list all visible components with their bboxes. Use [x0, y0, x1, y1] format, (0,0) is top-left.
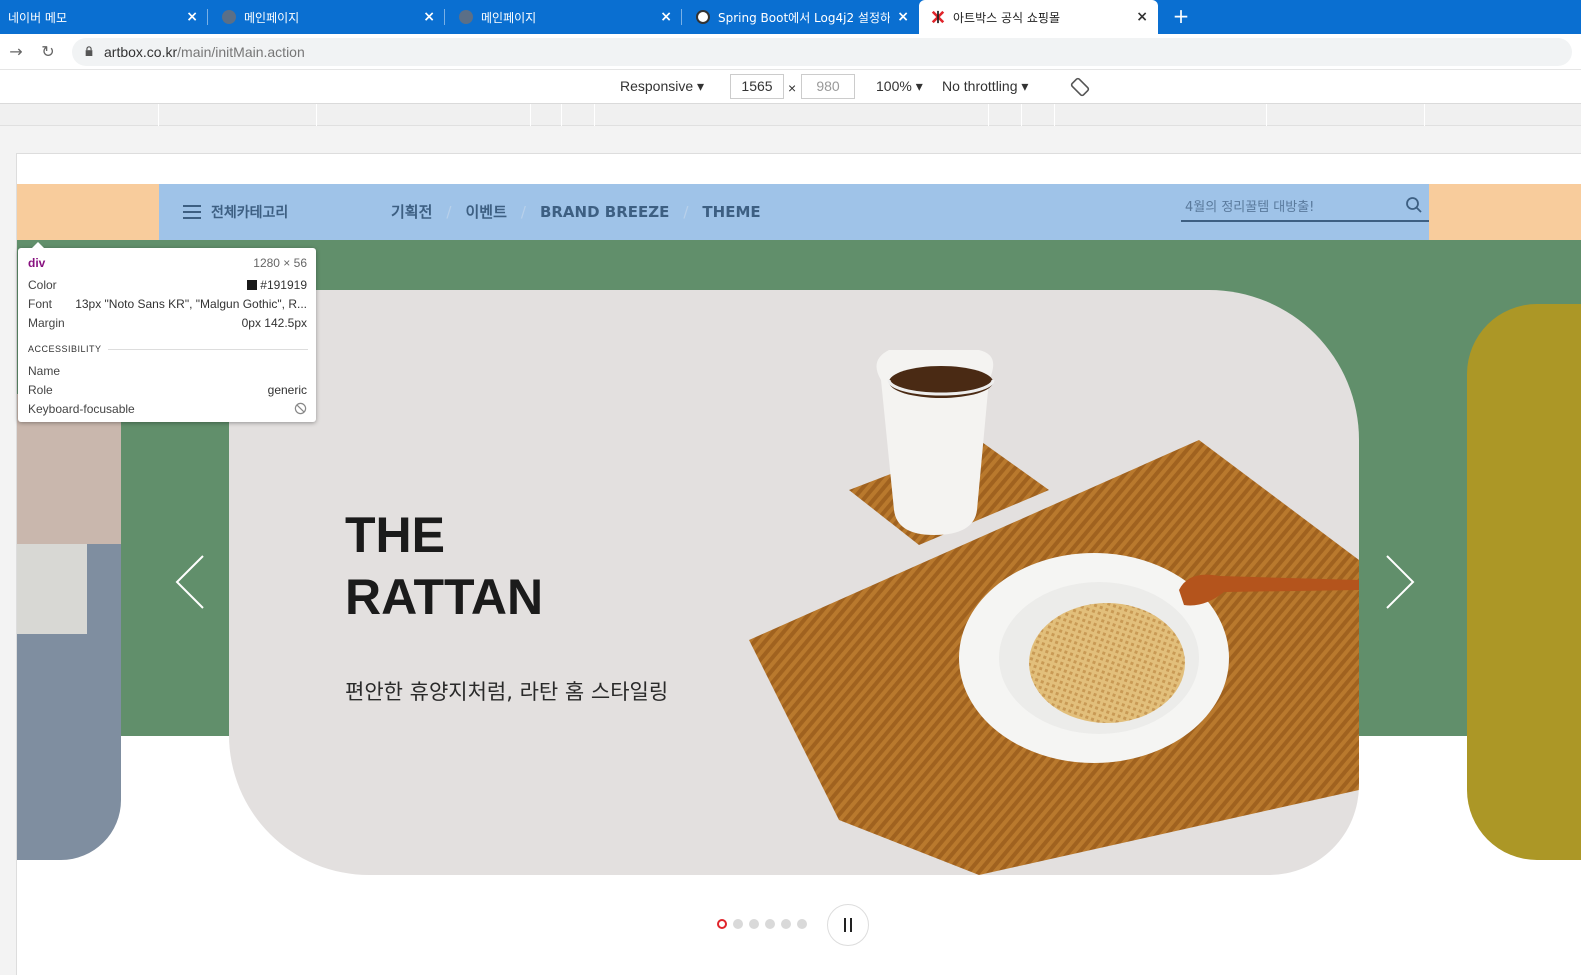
prev-slide-peek[interactable] — [17, 394, 121, 860]
search-box — [1181, 192, 1429, 222]
tooltip-role-value: generic — [267, 383, 307, 397]
accessibility-label: ACCESSIBILITY — [28, 344, 102, 354]
artbox-logo-icon — [931, 10, 945, 24]
forward-arrow-icon[interactable]: → — [6, 42, 26, 62]
color-swatch — [247, 280, 258, 290]
pagination-dot[interactable] — [765, 919, 775, 929]
pagination-dot[interactable] — [749, 919, 759, 929]
pause-icon-bar — [844, 918, 846, 932]
slide-title: THE RATTAN — [345, 504, 543, 628]
device-toolbar: Responsive ▾ 1565 × 980 100% ▾ No thrott… — [0, 70, 1581, 104]
tooltip-name-label: Name — [28, 364, 61, 378]
tab-title: 메인페이지 — [244, 10, 300, 25]
photo-frame — [17, 544, 87, 634]
slide-subtitle: 편안한 휴양지처럼, 라탄 홈 스타일링 — [345, 680, 669, 704]
menu-divider: / — [683, 202, 689, 221]
pause-button[interactable] — [827, 904, 869, 946]
tooltip-margin-label: Margin — [28, 316, 65, 330]
pagination-dot[interactable] — [733, 919, 743, 929]
browser-window: 네이버 메모 × 메인페이지 × 메인페이지 × Spring Boot에서 L… — [0, 0, 1581, 975]
tooltip-font-value: 13px "Noto Sans KR", "Malgun Gothic", R.… — [75, 297, 307, 311]
new-tab-button[interactable]: + — [1170, 4, 1192, 28]
reload-icon[interactable]: ↻ — [38, 42, 58, 62]
pagination-dot[interactable] — [717, 919, 727, 929]
width-input[interactable]: 1565 — [730, 74, 784, 99]
inspector-tooltip: div 1280 × 56 Color #191919 Font 13px "N… — [18, 242, 316, 422]
url-text: artbox.co.kr/main/initMain.action — [104, 44, 305, 60]
tab-main-page-2[interactable]: 메인페이지 × — [445, 0, 682, 34]
hero-slide[interactable]: THE RATTAN 편안한 휴양지처럼, 라탄 홈 스타일링 — [229, 290, 1359, 875]
throttling-label: No throttling — [942, 78, 1018, 94]
lock-icon — [85, 46, 93, 56]
global-nav: 전체카테고리 기획전 / 이벤트 / BRAND BREEZE / THEME — [159, 184, 1429, 240]
menu-divider: / — [446, 202, 452, 221]
height-input[interactable]: 980 — [801, 74, 855, 99]
tab-main-page-1[interactable]: 메인페이지 × — [208, 0, 445, 34]
url-host: artbox.co.kr — [104, 44, 178, 60]
rotate-icon[interactable] — [1070, 77, 1090, 97]
device-label: Responsive — [620, 78, 694, 94]
rattan-product-image — [749, 350, 1359, 875]
tooltip-accessibility-heading: ACCESSIBILITY — [28, 344, 308, 354]
tooltip-role-label: Role — [28, 383, 53, 397]
tab-title: 아트박스 공식 쇼핑몰 — [953, 10, 1060, 25]
close-icon[interactable]: × — [186, 9, 198, 25]
pause-icon-bar — [850, 918, 852, 932]
next-arrow-icon[interactable] — [1379, 552, 1419, 612]
menu-divider: / — [520, 202, 526, 221]
tooltip-color-label: Color — [28, 278, 57, 292]
tooltip-color-value: #191919 — [260, 278, 307, 292]
menu-item-theme[interactable]: THEME — [702, 203, 760, 221]
gnb-menu: 기획전 / 이벤트 / BRAND BREEZE / THEME — [391, 201, 761, 222]
zoom-select[interactable]: 100% ▾ — [876, 78, 923, 95]
menu-item-exhibition[interactable]: 기획전 — [391, 201, 432, 222]
all-category-button[interactable]: 전체카테고리 — [183, 202, 288, 222]
tab-spring-boot[interactable]: Spring Boot에서 Log4j2 설정하 × — [682, 0, 919, 34]
prev-arrow-icon[interactable] — [171, 552, 211, 612]
category-label: 전체카테고리 — [211, 205, 289, 221]
tab-title: 메인페이지 — [481, 10, 537, 25]
dimension-times: × — [788, 80, 797, 96]
url-bar[interactable]: artbox.co.kr/main/initMain.action — [72, 38, 1572, 66]
next-slide-peek[interactable] — [1467, 304, 1581, 860]
hamburger-icon — [183, 205, 201, 219]
tooltip-size: 1280 × 56 — [253, 256, 307, 270]
pagination-dot[interactable] — [797, 919, 807, 929]
search-icon[interactable] — [1405, 196, 1423, 214]
close-icon[interactable]: × — [660, 9, 672, 25]
url-path: /main/initMain.action — [177, 44, 305, 60]
tooltip-keyboard-label: Keyboard-focusable — [28, 402, 135, 416]
pagination-dot[interactable] — [781, 919, 791, 929]
tab-bar: 네이버 메모 × 메인페이지 × 메인페이지 × Spring Boot에서 L… — [0, 0, 1581, 34]
zoom-label: 100% — [876, 78, 912, 94]
tab-naver-memo[interactable]: 네이버 메모 × — [0, 0, 208, 34]
throttling-select[interactable]: No throttling ▾ — [942, 78, 1028, 95]
not-focusable-icon — [294, 402, 307, 415]
tooltip-font-label: Font — [28, 297, 53, 311]
globe-icon — [222, 10, 236, 24]
tab-title: Spring Boot에서 Log4j2 설정하 — [718, 10, 890, 25]
tooltip-margin-value: 0px 142.5px — [241, 316, 307, 330]
media-query-bar[interactable] — [0, 104, 1581, 126]
menu-item-brand-breeze[interactable]: BRAND BREEZE — [540, 203, 669, 221]
close-icon[interactable]: × — [423, 9, 435, 25]
menu-item-event[interactable]: 이벤트 — [465, 201, 506, 222]
blog-icon — [696, 10, 710, 24]
close-icon[interactable]: × — [1136, 9, 1148, 25]
globe-icon — [459, 10, 473, 24]
tooltip-tag: div — [28, 256, 46, 270]
address-bar: → ↻ artbox.co.kr/main/initMain.action — [0, 34, 1581, 70]
search-input[interactable] — [1185, 196, 1395, 218]
device-select[interactable]: Responsive ▾ — [620, 78, 704, 95]
close-icon[interactable]: × — [897, 9, 909, 25]
slide-title-line2: RATTAN — [345, 569, 544, 625]
tab-artbox[interactable]: 아트박스 공식 쇼핑몰 × — [919, 0, 1158, 34]
tab-title: 네이버 메모 — [8, 10, 68, 25]
slide-pagination — [717, 919, 813, 929]
slide-title-line1: THE — [345, 507, 445, 563]
